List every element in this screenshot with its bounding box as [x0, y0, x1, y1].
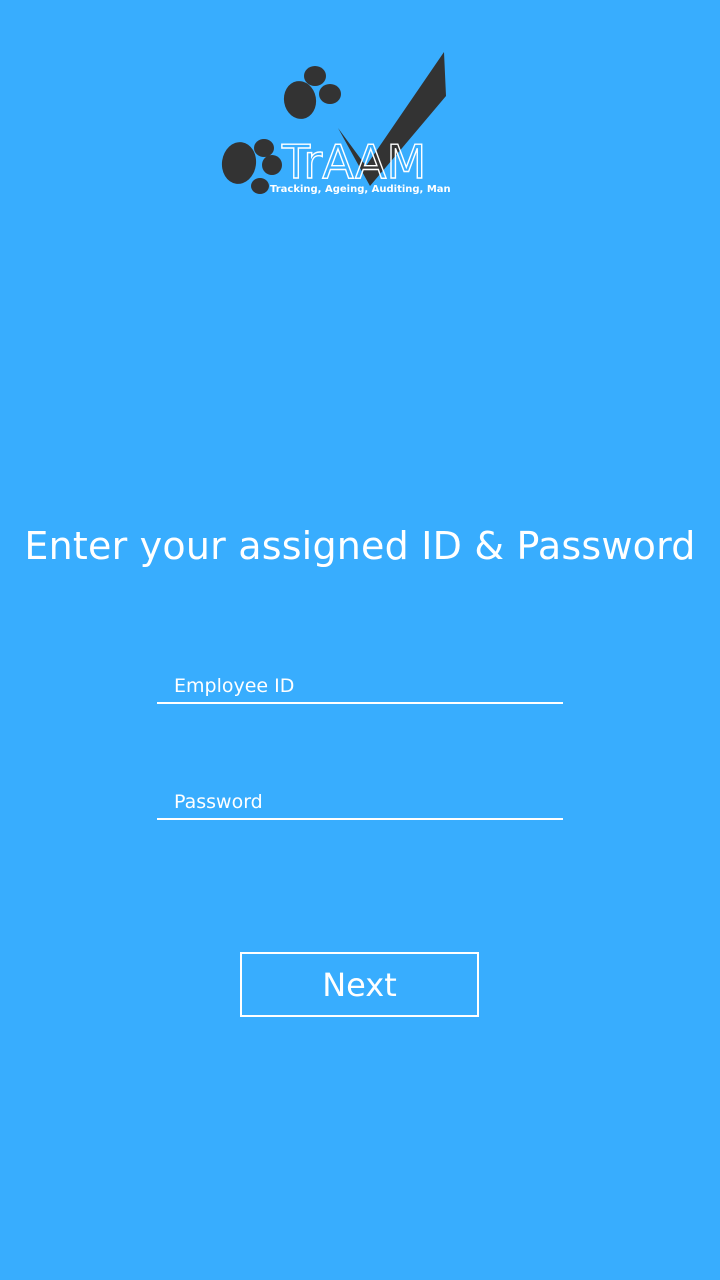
paw-check-logo-icon: TrAAM Tracking, Ageing, Auditing, Manage…	[221, 52, 450, 195]
employee-id-input[interactable]	[157, 664, 563, 702]
app-logo: TrAAM Tracking, Ageing, Auditing, Manage…	[218, 48, 450, 200]
logo-tagline: Tracking, Ageing, Auditing, Management	[270, 184, 450, 195]
next-button[interactable]: Next	[240, 952, 479, 1017]
employee-id-field[interactable]	[157, 664, 563, 704]
password-input[interactable]	[157, 780, 563, 818]
password-field[interactable]	[157, 780, 563, 820]
logo-wordmark: TrAAM	[281, 135, 426, 189]
page-title: Enter your assigned ID & Password	[24, 524, 696, 568]
